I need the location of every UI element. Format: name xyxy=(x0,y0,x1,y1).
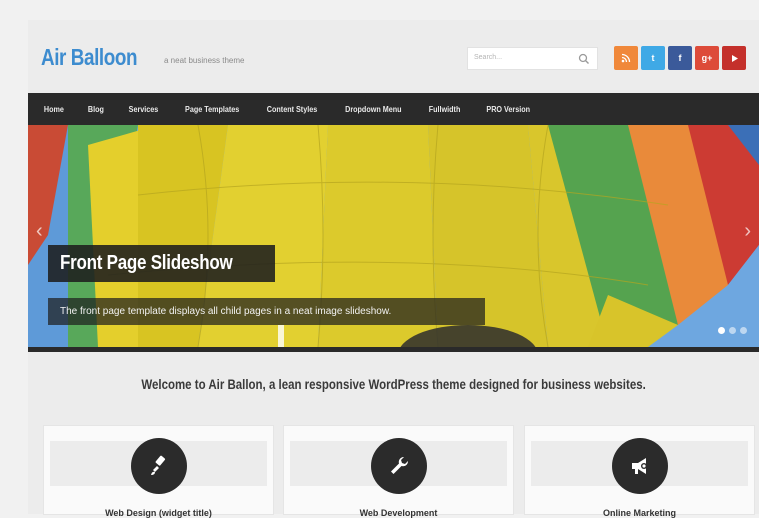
facebook-icon[interactable]: f xyxy=(668,46,692,70)
slide-title-text: Front Page Slideshow xyxy=(60,252,233,274)
nav-item-pro-version[interactable]: PRO Version xyxy=(477,105,540,114)
slider-prev-arrow[interactable]: ‹ xyxy=(36,220,43,243)
twitter-icon[interactable]: t xyxy=(641,46,665,70)
front-page-slideshow[interactable]: ‹ › Front Page Slideshow The front page … xyxy=(28,125,759,347)
paintbrush-icon xyxy=(130,438,187,494)
site-title[interactable]: Air Balloon xyxy=(41,44,137,71)
slide-title: Front Page Slideshow xyxy=(48,245,275,282)
search-input[interactable]: Search... xyxy=(467,47,598,70)
slider-bottom-bar xyxy=(28,347,759,352)
google-plus-icon[interactable]: g+ xyxy=(695,46,719,70)
page: Air Balloon a neat business theme Search… xyxy=(28,20,759,518)
service-widget-online-marketing: Online Marketing xyxy=(524,425,755,518)
main-navigation: Home Blog Services Page Templates Conten… xyxy=(28,93,759,125)
wrench-icon xyxy=(370,438,427,494)
slider-dot[interactable] xyxy=(729,327,736,334)
rss-icon[interactable] xyxy=(614,46,638,70)
slider-pagination xyxy=(718,327,747,334)
megaphone-icon xyxy=(611,438,668,494)
youtube-icon[interactable] xyxy=(722,46,746,70)
slider-dot[interactable] xyxy=(718,327,725,334)
service-title[interactable]: Web Development xyxy=(284,508,513,518)
nav-item-dropdown-menu[interactable]: Dropdown Menu xyxy=(336,105,412,114)
service-widget-web-development: Web Development xyxy=(283,425,514,518)
nav-item-home[interactable]: Home xyxy=(30,105,73,114)
welcome-text: Welcome to Air Ballon, a lean responsive… xyxy=(141,376,646,392)
slide-caption: The front page template displays all chi… xyxy=(48,298,485,325)
search-placeholder: Search... xyxy=(474,54,503,61)
site-tagline: a neat business theme xyxy=(164,56,245,65)
slider-dot[interactable] xyxy=(740,327,747,334)
slider-next-arrow[interactable]: › xyxy=(744,220,751,243)
nav-item-page-templates[interactable]: Page Templates xyxy=(175,105,249,114)
social-icons: t f g+ xyxy=(614,46,746,70)
service-title[interactable]: Web Design (widget title) xyxy=(44,508,273,518)
service-title[interactable]: Online Marketing xyxy=(525,508,754,518)
nav-item-services[interactable]: Services xyxy=(119,105,168,114)
service-widget-web-design: Web Design (widget title) xyxy=(43,425,274,518)
welcome-heading: Welcome to Air Ballon, a lean responsive… xyxy=(28,376,759,392)
nav-item-blog[interactable]: Blog xyxy=(78,105,114,114)
nav-item-content-styles[interactable]: Content Styles xyxy=(257,105,327,114)
nav-item-fullwidth[interactable]: Fullwidth xyxy=(419,105,470,114)
search-icon[interactable] xyxy=(577,52,591,66)
